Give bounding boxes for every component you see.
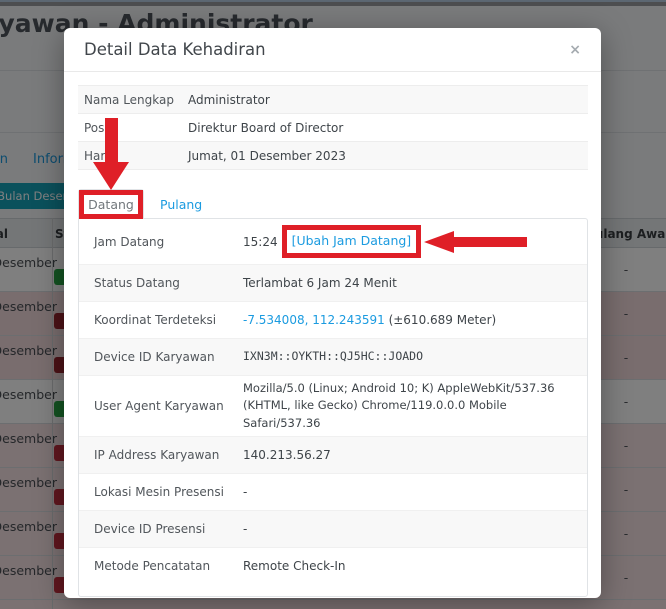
- row-label: Posisi: [84, 121, 188, 135]
- row-label: Metode Pencatatan: [94, 559, 243, 573]
- info-row-hari: Hari Jumat, 01 Desember 2023: [78, 142, 588, 170]
- tab-pulang[interactable]: Pulang: [160, 197, 202, 212]
- screen: Data Kehadiran Karyawan - Administrator …: [0, 0, 666, 609]
- row-value: -: [243, 483, 572, 501]
- row-label: Device ID Karyawan: [94, 350, 243, 364]
- detail-row-device-id-presensi: Device ID Presensi -: [79, 510, 587, 547]
- close-icon[interactable]: ×: [569, 43, 581, 57]
- row-value: Mozilla/5.0 (Linux; Android 10; K) Apple…: [243, 380, 572, 432]
- annotation-arrow-left-head: [424, 231, 454, 253]
- row-label: Koordinat Terdeteksi: [94, 313, 243, 327]
- row-value: 15:24 [Ubah Jam Datang]: [243, 225, 572, 258]
- row-value: Jumat, 01 Desember 2023: [188, 149, 346, 163]
- detail-row-ip-address: IP Address Karyawan 140.213.56.27: [79, 436, 587, 473]
- row-value: Remote Check-In: [243, 557, 572, 575]
- tab-datang-label: Datang: [88, 197, 134, 212]
- detail-row-device-id-karyawan: Device ID Karyawan IXN3M::OYKTH::QJ5HC::…: [79, 338, 587, 375]
- row-label: User Agent Karyawan: [94, 399, 243, 413]
- annotation-arrow-left: [424, 231, 527, 253]
- detail-row-jam-datang: Jam Datang 15:24 [Ubah Jam Datang]: [79, 219, 587, 264]
- row-value: 140.213.56.27: [243, 446, 572, 464]
- row-label: IP Address Karyawan: [94, 448, 243, 462]
- row-label: Hari: [84, 149, 188, 163]
- annotation-arrow-down-head: [93, 162, 129, 190]
- modal-body: Nama Lengkap Administrator Posisi Direkt…: [64, 72, 601, 597]
- ubah-jam-datang-link[interactable]: [Ubah Jam Datang]: [292, 232, 412, 251]
- info-row-nama: Nama Lengkap Administrator: [78, 86, 588, 114]
- row-value: IXN3M::OYKTH::QJ5HC::JOADO: [243, 348, 572, 365]
- koordinat-accuracy: (±610.689 Meter): [385, 313, 496, 327]
- employee-info-table: Nama Lengkap Administrator Posisi Direkt…: [78, 85, 588, 170]
- annotation-box-ubah: [Ubah Jam Datang]: [282, 225, 422, 258]
- attendance-detail-modal: Detail Data Kehadiran × Nama Lengkap Adm…: [64, 28, 601, 598]
- datang-detail-card: Jam Datang 15:24 [Ubah Jam Datang]: [78, 218, 588, 597]
- detail-row-koordinat: Koordinat Terdeteksi -7.534008, 112.2435…: [79, 301, 587, 338]
- modal-header: Detail Data Kehadiran ×: [64, 28, 601, 72]
- detail-row-metode: Metode Pencatatan Remote Check-In: [79, 547, 587, 584]
- row-label: Status Datang: [94, 276, 243, 290]
- row-label: Lokasi Mesin Presensi: [94, 485, 243, 499]
- row-label: Jam Datang: [94, 235, 243, 249]
- detail-row-user-agent: User Agent Karyawan Mozilla/5.0 (Linux; …: [79, 375, 587, 436]
- jam-datang-value: 15:24: [243, 233, 278, 251]
- annotation-arrow-left-shaft: [454, 237, 527, 247]
- row-value: Direktur Board of Director: [188, 121, 343, 135]
- row-value: Administrator: [188, 93, 270, 107]
- row-label: Device ID Presensi: [94, 522, 243, 536]
- modal-title: Detail Data Kehadiran: [84, 40, 266, 59]
- row-value: Terlambat 6 Jam 24 Menit: [243, 274, 572, 292]
- info-row-posisi: Posisi Direktur Board of Director: [78, 114, 588, 142]
- row-label: Nama Lengkap: [84, 93, 188, 107]
- detail-row-status-datang: Status Datang Terlambat 6 Jam 24 Menit: [79, 264, 587, 301]
- row-value: -: [243, 520, 572, 538]
- detail-row-lokasi-mesin: Lokasi Mesin Presensi -: [79, 473, 587, 510]
- row-value: -7.534008, 112.243591 (±610.689 Meter): [243, 311, 572, 329]
- koordinat-link[interactable]: -7.534008, 112.243591: [243, 313, 385, 327]
- tab-datang[interactable]: Datang: [78, 189, 144, 219]
- attendance-tabs: Datang Pulang: [78, 189, 588, 219]
- annotation-arrow-down-shaft: [105, 118, 118, 163]
